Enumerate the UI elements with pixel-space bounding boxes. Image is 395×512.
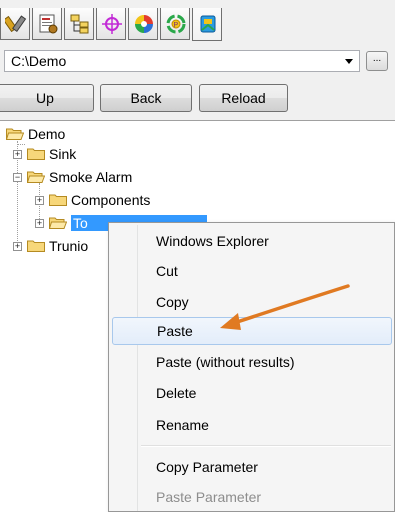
folder-icon	[27, 240, 45, 252]
tools-icon	[5, 15, 27, 33]
color-wheel-button[interactable]	[128, 8, 158, 40]
tree-structure-button[interactable]	[64, 8, 94, 40]
crosshair-icon	[102, 14, 122, 34]
tree-node-smoke-alarm[interactable]: − Smoke Alarm	[13, 168, 213, 188]
document-settings-icon	[39, 14, 58, 34]
tree-node-sink[interactable]: + Sink	[13, 145, 213, 165]
tree-node-trunion[interactable]: + Trunio	[13, 237, 113, 257]
path-combobox[interactable]: C:\Demo	[4, 50, 360, 72]
recycle-button[interactable]: P	[160, 8, 190, 40]
chevron-down-icon[interactable]	[345, 59, 353, 64]
menu-item-windows-explorer[interactable]: Windows Explorer	[112, 227, 392, 255]
tree-node-label: Demo	[28, 126, 66, 142]
menu-item-rename[interactable]: Rename	[112, 411, 392, 439]
open-folder-icon	[6, 128, 24, 140]
tools-button[interactable]	[0, 8, 30, 40]
color-wheel-icon	[135, 15, 153, 33]
tree-node-label: Trunio	[49, 238, 89, 254]
expand-icon[interactable]: +	[13, 242, 22, 251]
svg-text:P: P	[174, 22, 179, 29]
menu-item-copy-parameter[interactable]: Copy Parameter	[112, 453, 392, 481]
back-button[interactable]: Back	[100, 84, 192, 112]
publish-button[interactable]	[192, 8, 222, 41]
menu-item-paste-parameter: Paste Parameter	[156, 489, 262, 505]
tree-node-label: Components	[71, 192, 151, 208]
tree-structure-icon	[70, 14, 89, 34]
toolbar-row: P	[0, 8, 224, 41]
tree-node-label: Sink	[49, 146, 77, 162]
path-value: C:\Demo	[11, 53, 67, 69]
reload-button[interactable]: Reload	[199, 84, 288, 112]
publish-icon	[200, 15, 216, 33]
crosshair-button[interactable]	[96, 8, 126, 40]
annotation-arrow-icon	[220, 284, 350, 330]
expand-icon[interactable]: +	[35, 219, 44, 228]
collapse-icon[interactable]: −	[13, 173, 22, 182]
recycle-icon: P	[166, 14, 186, 34]
folder-icon	[49, 194, 67, 206]
toolbar: P	[0, 0, 395, 42]
browse-button[interactable]: ...	[366, 51, 388, 71]
tree-node-components[interactable]: + Components	[35, 191, 235, 211]
expand-icon[interactable]: +	[35, 196, 44, 205]
path-row: C:\Demo ...	[0, 48, 395, 74]
document-settings-button[interactable]	[32, 8, 62, 40]
menu-separator	[141, 445, 391, 447]
open-folder-icon	[49, 217, 67, 229]
context-menu: Windows Explorer Cut Copy Paste Paste (w…	[108, 222, 395, 512]
menu-item-delete[interactable]: Delete	[112, 379, 392, 407]
folder-icon	[27, 148, 45, 160]
open-folder-icon	[27, 171, 45, 183]
navigation-row: Up Back Reload	[0, 84, 395, 114]
tree-node-demo[interactable]: Demo	[6, 125, 206, 145]
expand-icon[interactable]: +	[13, 150, 22, 159]
tree-node-label: Smoke Alarm	[49, 169, 133, 185]
menu-item-paste-without-results[interactable]: Paste (without results)	[112, 348, 392, 376]
up-button[interactable]: Up	[0, 84, 94, 112]
